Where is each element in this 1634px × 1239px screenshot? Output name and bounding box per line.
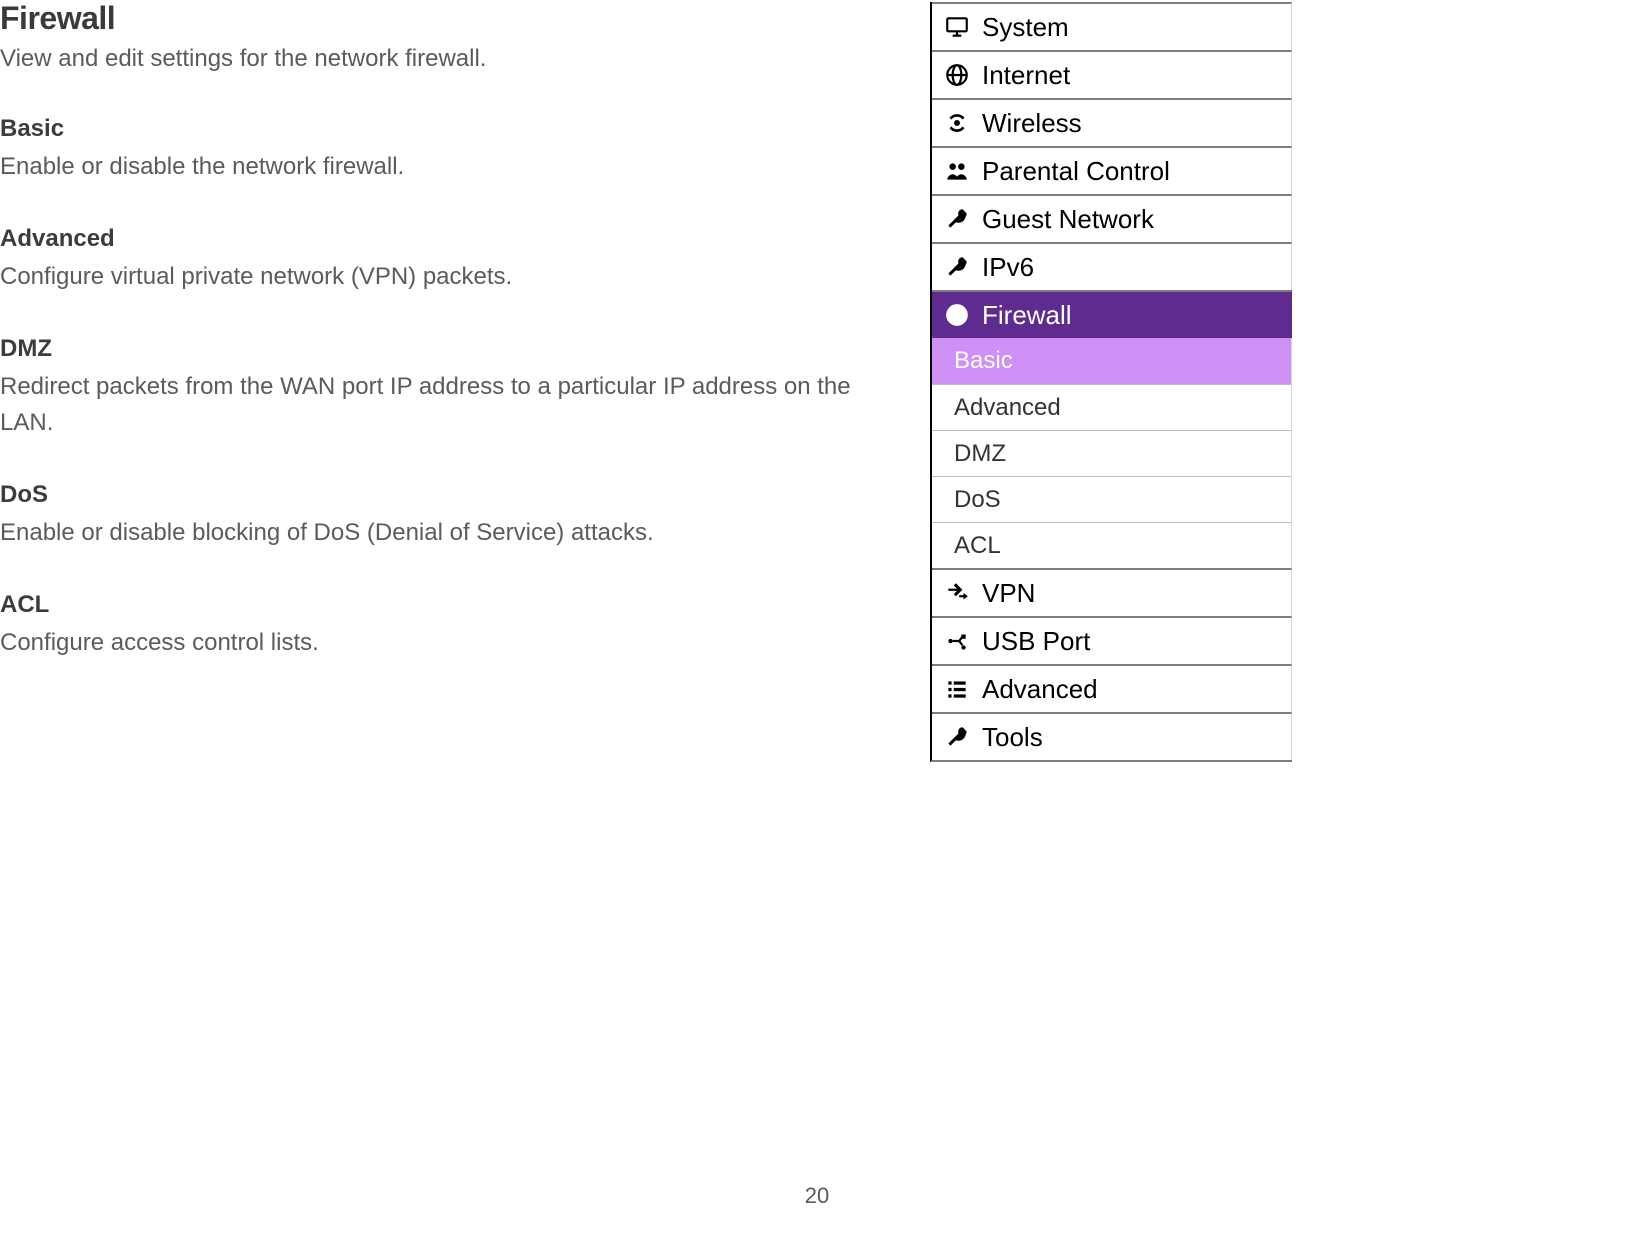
sidebar-item-tools[interactable]: Tools: [932, 712, 1292, 760]
sidebar-item-label: Wireless: [982, 108, 1082, 139]
section-basic: Basic Enable or disable the network fire…: [0, 115, 870, 185]
section-advanced: Advanced Configure virtual private netwo…: [0, 225, 870, 295]
section-desc: Enable or disable blocking of DoS (Denia…: [0, 515, 870, 551]
section-desc: Enable or disable the network firewall.: [0, 149, 870, 185]
list-icon: [932, 676, 982, 702]
sidebar-subitem-dos[interactable]: DoS: [932, 476, 1292, 522]
sidebar-nav: System Internet Wireless Parental Contro…: [930, 0, 1292, 762]
section-dmz: DMZ Redirect packets from the WAN port I…: [0, 335, 870, 441]
sidebar-item-label: Firewall: [982, 300, 1072, 331]
sidebar-item-label: VPN: [982, 578, 1035, 609]
section-desc: Configure access control lists.: [0, 625, 870, 661]
wifi-icon: [932, 110, 982, 136]
firewall-icon: [932, 302, 982, 328]
sidebar-item-label: Advanced: [982, 674, 1098, 705]
sidebar-subitem-label: ACL: [954, 532, 1001, 560]
section-desc: Redirect packets from the WAN port IP ad…: [0, 369, 870, 441]
page-number: 20: [0, 1183, 1634, 1209]
sidebar-subitem-label: Basic: [954, 347, 1013, 375]
users-icon: [932, 158, 982, 184]
section-title: ACL: [0, 591, 870, 619]
section-title: Advanced: [0, 225, 870, 253]
section-title: DMZ: [0, 335, 870, 363]
sidebar-item-internet[interactable]: Internet: [932, 50, 1292, 98]
section-desc: Configure virtual private network (VPN) …: [0, 259, 870, 295]
sidebar-subitem-label: Advanced: [954, 394, 1061, 422]
wrench-icon: [932, 254, 982, 280]
sidebar-subitem-basic[interactable]: Basic: [932, 338, 1292, 384]
sidebar-item-label: IPv6: [982, 252, 1034, 283]
vpn-icon: [932, 580, 982, 606]
globe-icon: [932, 62, 982, 88]
sidebar-item-guest-network[interactable]: Guest Network: [932, 194, 1292, 242]
sidebar-subitem-label: DMZ: [954, 440, 1006, 468]
sidebar-item-system[interactable]: System: [932, 2, 1292, 50]
sidebar-item-label: Internet: [982, 60, 1070, 91]
wrench-icon: [932, 206, 982, 232]
sidebar-item-usb-port[interactable]: USB Port: [932, 616, 1292, 664]
section-dos: DoS Enable or disable blocking of DoS (D…: [0, 481, 870, 551]
sidebar-item-firewall[interactable]: Firewall: [932, 290, 1292, 338]
section-title: Basic: [0, 115, 870, 143]
sidebar-item-vpn[interactable]: VPN: [932, 568, 1292, 616]
wrench-icon: [932, 724, 982, 750]
page-intro: View and edit settings for the network f…: [0, 45, 870, 73]
sidebar-item-label: Tools: [982, 722, 1043, 753]
section-acl: ACL Configure access control lists.: [0, 591, 870, 661]
sidebar-item-label: System: [982, 12, 1069, 43]
sidebar-item-wireless[interactable]: Wireless: [932, 98, 1292, 146]
sidebar-subitem-label: DoS: [954, 486, 1001, 514]
sidebar-item-ipv6[interactable]: IPv6: [932, 242, 1292, 290]
doc-content: Firewall View and edit settings for the …: [0, 0, 870, 762]
sidebar-subitem-advanced[interactable]: Advanced: [932, 384, 1292, 430]
sidebar-submenu-firewall: Basic Advanced DMZ DoS ACL: [932, 338, 1292, 568]
page-title: Firewall: [0, 0, 870, 37]
monitor-icon: [932, 14, 982, 40]
section-title: DoS: [0, 481, 870, 509]
sidebar-subitem-acl[interactable]: ACL: [932, 522, 1292, 568]
sidebar-item-label: Guest Network: [982, 204, 1154, 235]
sidebar-subitem-dmz[interactable]: DMZ: [932, 430, 1292, 476]
sidebar-item-advanced[interactable]: Advanced: [932, 664, 1292, 712]
usb-icon: [932, 628, 982, 654]
sidebar-item-parental-control[interactable]: Parental Control: [932, 146, 1292, 194]
sidebar-item-label: Parental Control: [982, 156, 1170, 187]
sidebar-item-label: USB Port: [982, 626, 1090, 657]
